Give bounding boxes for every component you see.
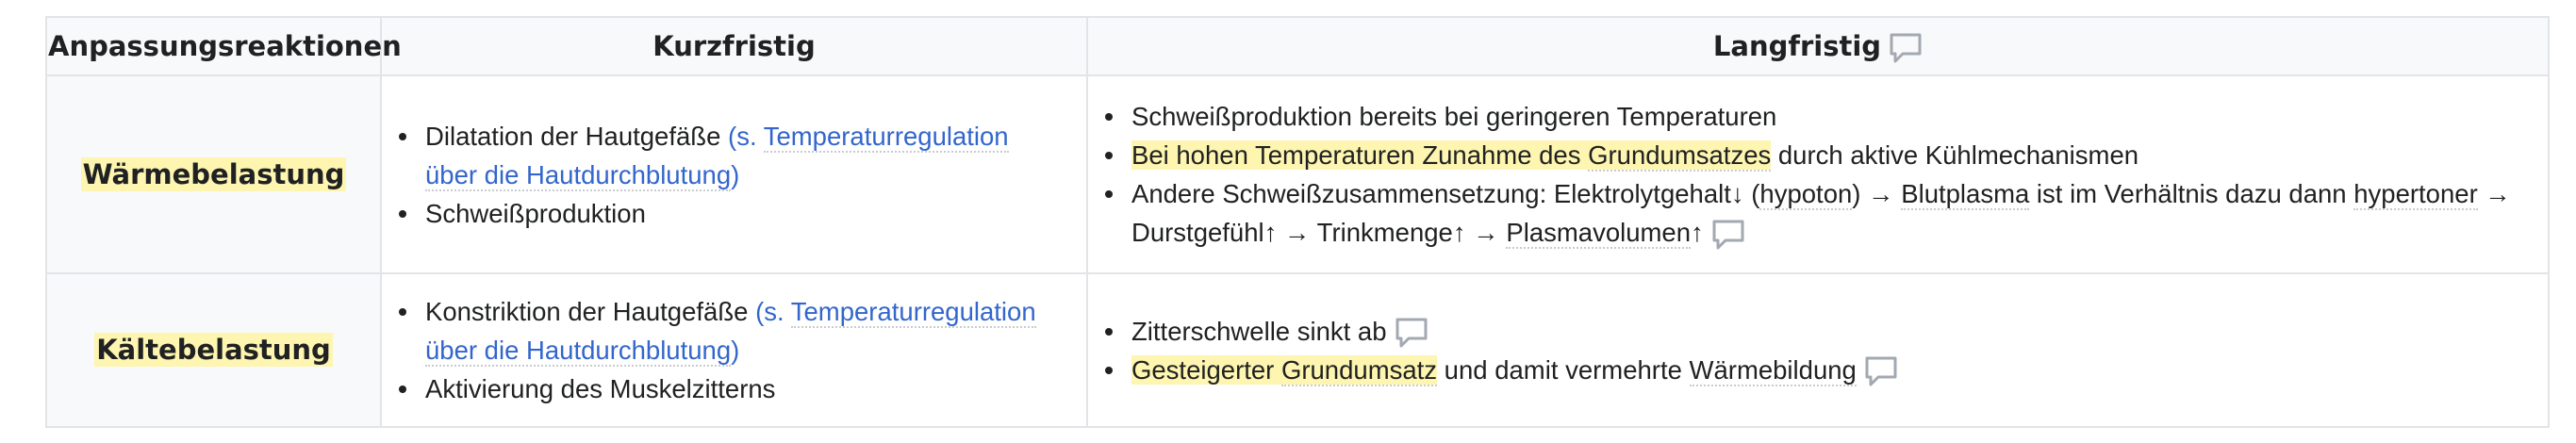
long-term-cell: Zitterschwelle sinkt ab Gesteigerter Gru… xyxy=(1086,272,2550,428)
header-kurzfristig: Kurzfristig xyxy=(380,16,1088,76)
ref-open: (s. xyxy=(755,297,791,326)
table-row-kaeltebelastung: Kältebelastung Konstriktion der Hautgefä… xyxy=(45,272,2550,428)
link-blutplasma[interactable]: Blutplasma xyxy=(1901,179,2030,210)
comment-icon[interactable] xyxy=(1864,356,1898,386)
link-hypertoner[interactable]: hypertoner xyxy=(2353,179,2478,210)
list-item: Aktivierung des Muskelzitterns xyxy=(399,369,1067,408)
short-term-cell: Konstriktion der Hautgefäße (s. Temperat… xyxy=(380,272,1088,428)
ref-close: ) xyxy=(731,336,740,365)
link-grundumsatz[interactable]: Grundumsatz xyxy=(1280,354,1438,386)
link-plasmavolumen[interactable]: Plasmavolumen xyxy=(1506,218,1692,249)
ref-open: (s. xyxy=(728,121,764,151)
list-item: Dilatation der Hautgefäße (s. Temperatur… xyxy=(399,117,1067,194)
short-term-list: Konstriktion der Hautgefäße (s. Temperat… xyxy=(382,292,1086,408)
item-text: Dilatation der Hautgefäße xyxy=(425,121,721,151)
highlight-part: Gesteigerter xyxy=(1131,354,1281,385)
link-hypoton[interactable]: hypoton xyxy=(1759,179,1853,210)
item-text: ) → xyxy=(1852,179,1902,208)
short-term-list: Dilatation der Hautgefäße (s. Temperatur… xyxy=(382,117,1086,233)
list-item: Zitterschwelle sinkt ab xyxy=(1105,312,2529,351)
short-term-cell: Dilatation der Hautgefäße (s. Temperatur… xyxy=(380,74,1088,274)
item-text: Konstriktion der Hautgefäße xyxy=(425,297,749,326)
item-text: ist im Verhältnis dazu dann xyxy=(2029,179,2354,208)
comment-icon[interactable] xyxy=(1711,220,1745,250)
list-item: Gesteigerter Grundumsatz und damit verme… xyxy=(1105,351,2529,389)
item-text: und damit vermehrte xyxy=(1437,354,1690,385)
ref-close: ) xyxy=(731,159,740,189)
row-label-kaeltebelastung: Kältebelastung xyxy=(94,333,333,367)
row-header-cell: Kältebelastung xyxy=(45,272,382,428)
list-item: Schweißproduktion xyxy=(399,194,1067,233)
adaptation-table: Anpassungsreaktionen Kurzfristig Langfri… xyxy=(45,16,2550,428)
header-langfristig: Langfristig xyxy=(1086,16,2550,76)
long-term-list: Zitterschwelle sinkt ab Gesteigerter Gru… xyxy=(1088,312,2548,389)
row-label-waermebelastung: Wärmebelastung xyxy=(80,156,347,191)
long-term-list: Schweißproduktion bereits bei geringeren… xyxy=(1088,97,2548,252)
list-item: Schweißproduktion bereits bei geringeren… xyxy=(1105,97,2529,136)
item-text: durch aktive Kühlmechanismen xyxy=(1771,140,2139,170)
link-waermebildung[interactable]: Wärmebildung xyxy=(1689,354,1857,386)
row-header-cell: Wärmebelastung xyxy=(45,74,382,274)
highlight-text: Bei hohen Temperaturen Zunahme des Grund… xyxy=(1131,140,1772,172)
item-text: Andere Schweißzusammensetzung: Elektroly… xyxy=(1131,179,1760,208)
item-text: ↑ xyxy=(1691,218,1704,247)
item-text: Zitterschwelle sinkt ab xyxy=(1131,316,1387,346)
highlight-text: Gesteigerter Grundumsatz xyxy=(1131,354,1438,386)
highlight-part: Bei hohen Temperaturen Zunahme des xyxy=(1131,140,1589,170)
header-anpassungsreaktionen: Anpassungsreaktionen xyxy=(45,16,402,76)
table-row-waermebelastung: Wärmebelastung Dilatation der Hautgefäße… xyxy=(45,74,2550,274)
list-item: Bei hohen Temperaturen Zunahme des Grund… xyxy=(1105,136,2529,174)
long-term-cell: Schweißproduktion bereits bei geringeren… xyxy=(1086,74,2550,274)
comment-icon[interactable] xyxy=(1889,33,1923,63)
header-row: Anpassungsreaktionen Kurzfristig Langfri… xyxy=(45,16,2550,76)
list-item: Konstriktion der Hautgefäße (s. Temperat… xyxy=(399,292,1067,369)
header-langfristig-label: Langfristig xyxy=(1712,29,1882,62)
link-grundumsatzes[interactable]: Grundumsatzes xyxy=(1588,140,1772,172)
comment-icon[interactable] xyxy=(1395,318,1428,348)
list-item: Andere Schweißzusammensetzung: Elektroly… xyxy=(1105,174,2529,252)
